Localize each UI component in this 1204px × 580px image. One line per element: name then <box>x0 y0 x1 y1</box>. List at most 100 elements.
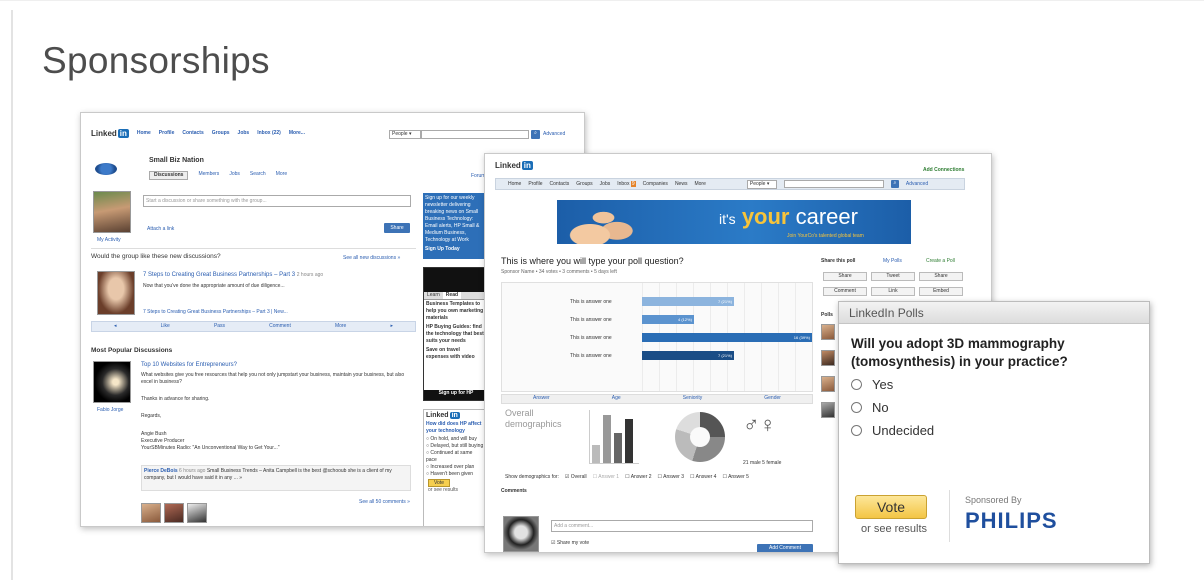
nav-jobs[interactable]: Jobs <box>238 130 250 137</box>
my-polls-link[interactable]: My Polls <box>883 258 902 265</box>
next-arrow[interactable]: ▸ <box>390 323 393 330</box>
tab-discussions[interactable]: Discussions <box>149 171 189 180</box>
poll-voter-avatars <box>821 324 835 418</box>
nav-companies[interactable]: Companies <box>643 181 668 188</box>
nav-groups[interactable]: Groups <box>212 130 230 137</box>
slide-title: Sponsorships <box>42 40 270 81</box>
nav-home[interactable]: Home <box>508 181 521 188</box>
filter-answer3-checkbox[interactable]: ☐ Answer 3 <box>658 474 684 481</box>
pass-button[interactable]: Pass <box>214 323 225 330</box>
see-all-discussions-link[interactable]: See all new discussions » <box>343 255 400 262</box>
nav-profile[interactable]: Profile <box>159 130 175 137</box>
add-comment-input[interactable]: Add a comment... <box>551 520 813 532</box>
share-button[interactable]: Share <box>384 223 410 233</box>
tab-gender[interactable]: Gender <box>764 395 781 403</box>
nav-profile[interactable]: Profile <box>528 181 542 188</box>
nav-home[interactable]: Home <box>137 130 151 137</box>
see-results-link[interactable]: or see results <box>861 523 927 535</box>
discussion-title-2[interactable]: 7 Steps to Creating Great Business Partn… <box>143 309 288 316</box>
discussion-title[interactable]: 7 Steps to Creating Great Business Partn… <box>143 271 323 279</box>
filter-answer5-checkbox[interactable]: ☐ Answer 5 <box>722 474 748 481</box>
attach-link[interactable]: Attach a link <box>147 226 174 233</box>
add-connections-link[interactable]: Add Connections <box>923 167 964 174</box>
popular-title[interactable]: Top 10 Websites for Entrepreneurs? <box>141 361 237 369</box>
advanced-link[interactable]: Advanced <box>543 131 565 138</box>
tab-age[interactable]: Age <box>612 395 621 403</box>
poll-option-undecided[interactable]: Undecided <box>851 423 934 438</box>
nav-contacts[interactable]: Contacts <box>182 130 203 137</box>
share-facebook-button[interactable]: Share <box>919 272 963 281</box>
filter-overall-checkbox[interactable]: ☑ Overall <box>565 474 587 481</box>
radio-button[interactable] <box>851 425 862 436</box>
poll-question: This is where you will type your poll qu… <box>501 256 684 266</box>
poll-widget-header: LinkedIn Polls <box>839 302 1149 324</box>
demographics-headers: Answer Age Seniority Gender <box>501 394 813 404</box>
mini-vote-button[interactable]: Vote <box>428 479 450 487</box>
poll-option-no[interactable]: No <box>851 400 889 415</box>
search-scope-select[interactable]: People ▾ <box>389 130 421 139</box>
search-button[interactable]: ⌕ <box>531 130 540 139</box>
mini-poll-option[interactable]: ○ Haven't been given <box>426 471 484 478</box>
poll-option-yes[interactable]: Yes <box>851 377 893 392</box>
more-button[interactable]: More <box>335 323 346 330</box>
search-scope-select[interactable]: People ▾ <box>746 179 777 189</box>
share-this-poll-label: Share this poll <box>821 258 856 264</box>
hp-ad-2: Learn Read Business Templates to help yo… <box>423 267 487 401</box>
tab-more[interactable]: More <box>276 171 287 180</box>
filter-answer1-checkbox[interactable]: ☐ Answer 1 <box>593 474 619 481</box>
tab-jobs[interactable]: Jobs <box>229 171 240 180</box>
filter-answer2-checkbox[interactable]: ☐ Answer 2 <box>625 474 651 481</box>
like-button[interactable]: Like <box>161 323 170 330</box>
share-vote-checkbox[interactable]: ☑ Share my vote <box>551 540 589 547</box>
nav-more[interactable]: More... <box>289 130 305 137</box>
linkedin-logo: Linked in <box>91 129 129 138</box>
tab-members[interactable]: Members <box>198 171 219 180</box>
nav-inbox[interactable]: Inbox (22) <box>257 130 281 137</box>
start-discussion-input[interactable]: Start a discussion or share something wi… <box>143 195 411 207</box>
search-input[interactable] <box>783 180 884 188</box>
mini-see-results[interactable]: or see results <box>428 487 486 494</box>
commenter-avatars <box>141 503 207 523</box>
embed-button[interactable]: Embed <box>919 287 963 296</box>
comment-share-button[interactable]: Comment <box>823 287 867 296</box>
answer-bar: 7 (21%) <box>642 351 734 360</box>
filter-answer4-checkbox[interactable]: ☐ Answer 4 <box>690 474 716 481</box>
mini-poll-option[interactable]: ○ On hold, and will buy <box>426 436 484 443</box>
age-bar <box>614 433 622 463</box>
ad2-signup-button[interactable]: Sign up for HP <box>424 390 486 400</box>
nav-more[interactable]: More <box>694 181 705 188</box>
see-all-comments-link[interactable]: See all 50 comments » <box>359 499 410 506</box>
search-button[interactable]: ⌕ <box>890 180 899 188</box>
radio-button[interactable] <box>851 379 862 390</box>
share-linkedin-button[interactable]: Share <box>823 272 867 281</box>
mini-poll-option[interactable]: ○ Continued at same pace <box>426 450 484 464</box>
ad-tab-read[interactable]: Read <box>442 292 462 299</box>
add-comment-button[interactable]: Add Comment <box>757 544 813 552</box>
nav-jobs[interactable]: Jobs <box>600 181 611 188</box>
link-button[interactable]: Link <box>871 287 915 296</box>
age-bar <box>625 419 633 463</box>
vote-button[interactable]: Vote <box>855 495 927 519</box>
prev-arrow[interactable]: ◂ <box>114 323 117 330</box>
ad-tab-learn[interactable]: Learn <box>424 292 443 299</box>
nav-news[interactable]: News <box>675 181 688 188</box>
tweet-button[interactable]: Tweet <box>871 272 915 281</box>
create-poll-link[interactable]: Create a Poll <box>926 258 955 265</box>
radio-button[interactable] <box>851 402 862 413</box>
tab-seniority[interactable]: Seniority <box>683 395 702 403</box>
nav-groups[interactable]: Groups <box>576 181 592 188</box>
search-input[interactable] <box>421 130 529 139</box>
tab-answer[interactable]: Answer <box>533 395 550 403</box>
my-avatar <box>93 191 131 233</box>
ad-signup-link[interactable]: Sign Up Today <box>425 246 485 253</box>
popular-author-avatar <box>93 361 131 403</box>
mini-poll-option[interactable]: ○ Delayed, but still buying <box>426 443 484 450</box>
tab-search[interactable]: Search <box>250 171 266 180</box>
my-activity-link[interactable]: My Activity <box>97 237 121 244</box>
discussion-snippet: Now that you've done the appropriate amo… <box>143 283 285 289</box>
nav-inbox[interactable]: Inbox 9 <box>617 180 636 188</box>
advanced-link[interactable]: Advanced <box>906 181 928 188</box>
nav-contacts[interactable]: Contacts <box>550 181 570 188</box>
mini-poll-option[interactable]: ○ Increased over plan <box>426 464 484 471</box>
comment-button[interactable]: Comment <box>269 323 291 330</box>
